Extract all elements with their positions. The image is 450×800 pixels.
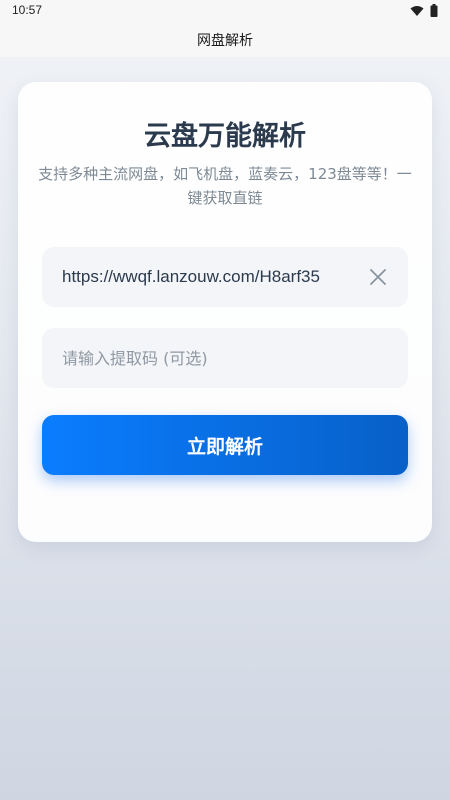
code-field bbox=[42, 328, 408, 388]
app-bar: 网盘解析 bbox=[0, 22, 450, 57]
card-title: 云盘万能解析 bbox=[144, 121, 306, 152]
parse-card: 云盘万能解析 支持多种主流网盘，如飞机盘，蓝奏云，123盘等等！一键获取直链 立… bbox=[18, 82, 432, 542]
extraction-code-input[interactable] bbox=[42, 328, 392, 388]
clear-icon[interactable] bbox=[368, 267, 388, 287]
status-icons bbox=[410, 4, 438, 17]
wifi-icon bbox=[410, 5, 424, 16]
url-field bbox=[42, 247, 408, 307]
status-time: 10:57 bbox=[12, 3, 43, 17]
parse-button[interactable]: 立即解析 bbox=[42, 415, 408, 475]
battery-icon bbox=[430, 4, 438, 17]
app-bar-title: 网盘解析 bbox=[197, 32, 253, 49]
status-bar: 10:57 bbox=[0, 0, 450, 22]
url-input[interactable] bbox=[42, 247, 352, 307]
card-subtitle: 支持多种主流网盘，如飞机盘，蓝奏云，123盘等等！一键获取直链 bbox=[38, 165, 412, 207]
